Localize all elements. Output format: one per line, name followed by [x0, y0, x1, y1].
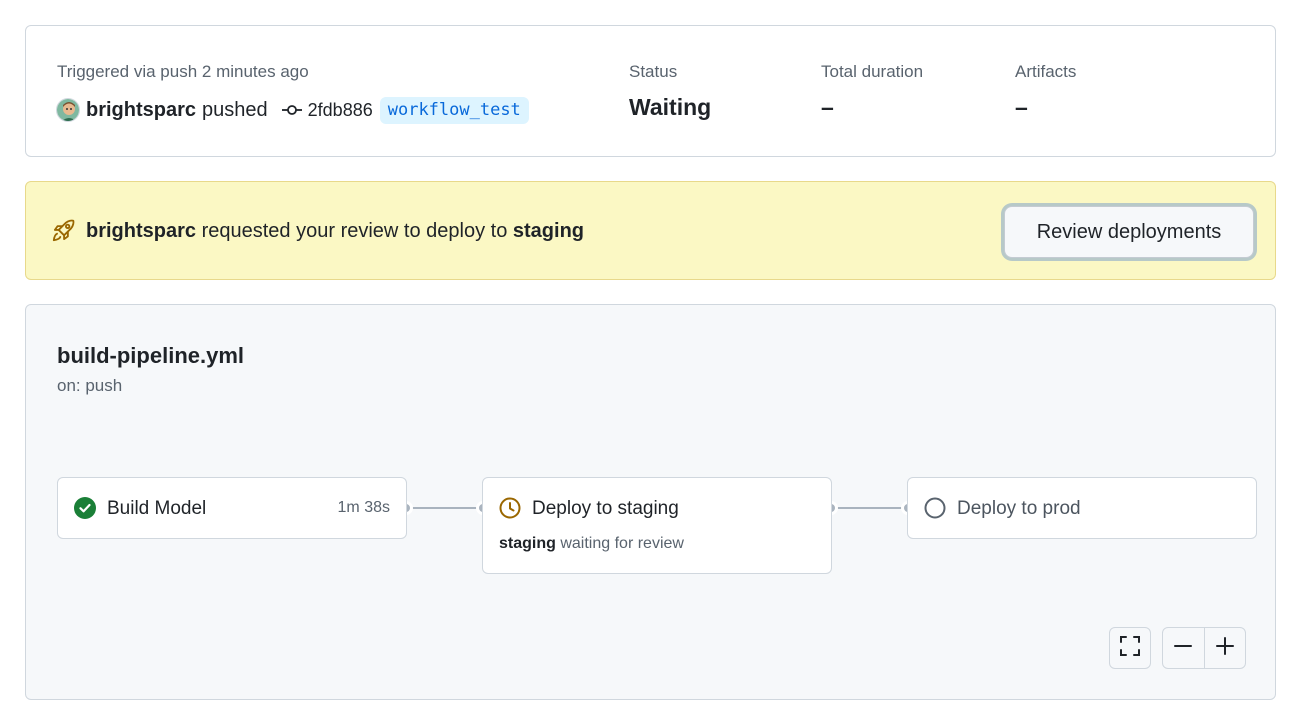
zoom-controls: [1162, 627, 1246, 669]
requester-name[interactable]: brightsparc: [86, 220, 196, 242]
check-circle-icon: [74, 497, 98, 521]
status-value: Waiting: [629, 94, 712, 120]
review-request-banner: brightsparc requested your review to dep…: [25, 181, 1276, 280]
commit-sha-link[interactable]: 2fdb886: [308, 100, 373, 121]
status-label: Status: [629, 62, 678, 81]
job-name: Deploy to staging: [532, 498, 679, 519]
job-connector: [837, 507, 907, 509]
artifacts-label: Artifacts: [1015, 62, 1077, 81]
job-card-build-model[interactable]: Build Model 1m 38s: [57, 477, 407, 539]
review-deployments-button[interactable]: Review deployments: [1004, 206, 1254, 258]
actor-link[interactable]: brightsparc: [86, 99, 196, 122]
git-commit-icon: [281, 103, 302, 117]
zoom-out-button[interactable]: [1163, 628, 1204, 668]
job-header: Deploy to staging: [499, 496, 679, 522]
job-name: Deploy to prod: [957, 498, 1081, 519]
artifacts-value: –: [1015, 94, 1028, 120]
review-request-text: brightsparc requested your review to dep…: [86, 220, 584, 243]
workflow-trigger: on: push: [57, 376, 123, 395]
duration-label: Total duration: [821, 62, 924, 81]
job-note: waiting for review: [560, 535, 684, 552]
empty-circle-icon: [924, 497, 948, 521]
zoom-in-button[interactable]: [1203, 628, 1245, 668]
trigger-label: Triggered via push 2 minutes ago: [57, 62, 309, 81]
trigger-row: brightsparc pushed 2fdb886 workflow_test: [56, 96, 529, 124]
job-connector: [412, 507, 482, 509]
review-message: requested your review to deploy to: [201, 220, 508, 242]
status-stat: Status Waiting: [629, 62, 711, 121]
job-card-deploy-staging[interactable]: Deploy to staging staging waiting for re…: [482, 477, 832, 574]
workflow-file-title[interactable]: build-pipeline.yml: [57, 343, 244, 369]
clock-icon: [499, 497, 523, 521]
plus-icon: [1215, 636, 1235, 661]
job-card-deploy-prod[interactable]: Deploy to prod: [907, 477, 1257, 539]
job-header: Deploy to prod: [924, 496, 1081, 522]
job-status-note: staging waiting for review: [499, 535, 684, 553]
duration-stat: Total duration –: [821, 62, 923, 121]
artifacts-stat: Artifacts –: [1015, 62, 1076, 121]
environment-name: staging: [512, 220, 585, 242]
fullscreen-button[interactable]: [1109, 627, 1151, 669]
duration-value: –: [821, 94, 834, 120]
run-summary-card: Triggered via push 2 minutes ago brights…: [25, 25, 1276, 157]
job-header: Build Model: [74, 496, 206, 522]
minus-icon: [1173, 636, 1193, 661]
fullscreen-icon: [1119, 635, 1141, 662]
push-action-text: pushed: [202, 98, 268, 121]
job-name: Build Model: [107, 498, 207, 519]
workflow-graph-panel: build-pipeline.yml on: push Build Model …: [25, 304, 1276, 700]
job-duration: 1m 38s: [337, 499, 390, 516]
rocket-icon: [50, 218, 76, 244]
branch-tag[interactable]: workflow_test: [379, 96, 529, 124]
avatar[interactable]: [56, 98, 80, 122]
job-environment: staging: [499, 535, 556, 552]
